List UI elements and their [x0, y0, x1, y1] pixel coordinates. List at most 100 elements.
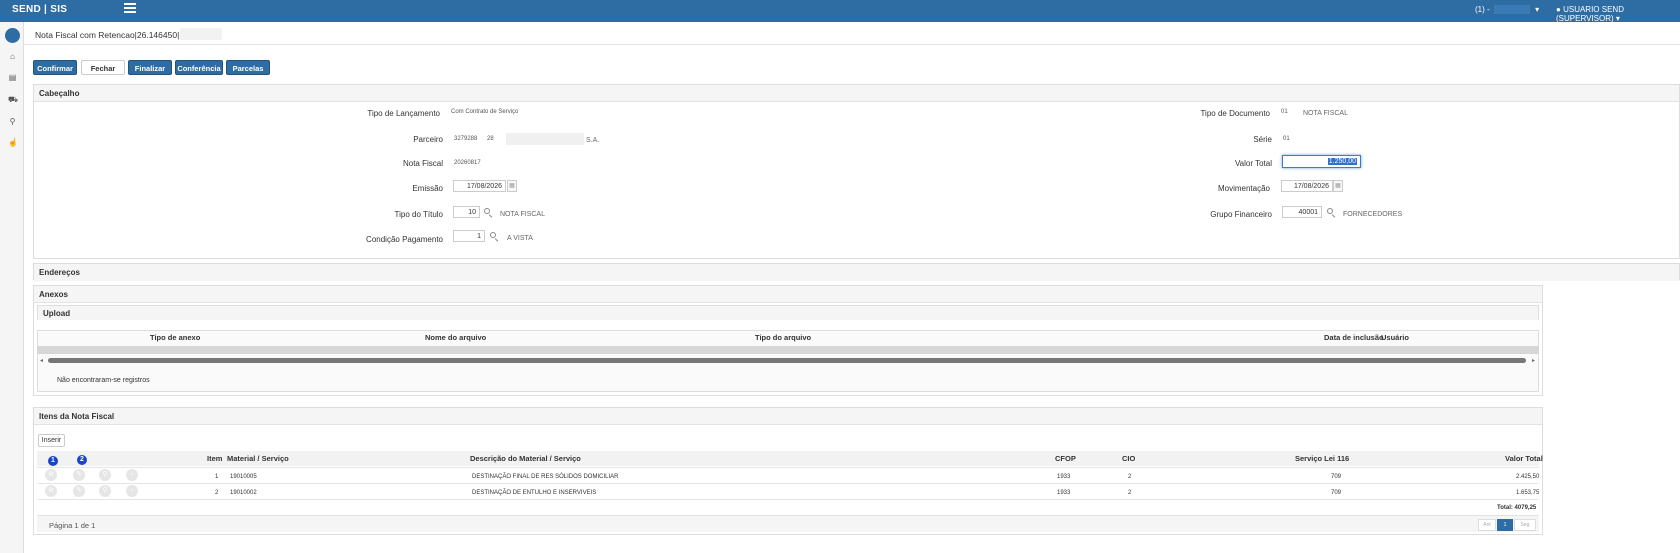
col-item: Item — [207, 454, 223, 463]
pager-next[interactable]: Seg — [1514, 519, 1536, 531]
row-action-delete-icon[interactable]: ▫ — [126, 485, 138, 497]
home-icon[interactable]: ⌂ — [8, 52, 17, 61]
tipo-lancamento-label: Tipo de Lançamento — [367, 109, 440, 118]
parceiro-suffix: S.A. — [586, 137, 600, 144]
thumbs-up-icon[interactable]: ☝ — [8, 138, 18, 147]
calendar-icon[interactable]: ▦ — [1333, 180, 1343, 192]
grupo-financeiro-label: Grupo Financeiro — [1210, 210, 1272, 219]
row-action-edit-icon[interactable]: ✎ — [73, 485, 85, 497]
user-icon: ● — [1556, 5, 1561, 14]
table-header-band — [37, 346, 1539, 354]
col-data-inclusao: Data de inclusão — [1324, 333, 1384, 342]
serie-value: 01 — [1283, 136, 1290, 142]
search-icon[interactable] — [484, 208, 493, 219]
fechar-button[interactable]: Fechar — [81, 60, 125, 75]
conferencia-button[interactable]: Conferência — [175, 60, 223, 75]
tipo-titulo-input[interactable]: 10 — [453, 206, 480, 218]
col-descricao: Descrição do Material / Serviço — [470, 454, 581, 463]
cell-cio: 2 — [1128, 474, 1132, 480]
pager-prev[interactable]: Ant — [1478, 519, 1496, 531]
search-icon[interactable]: ⚲ — [8, 117, 17, 126]
pagination-bar — [37, 515, 1539, 532]
cell-cfop: 1933 — [1057, 490, 1071, 496]
cell-material: 19010002 — [230, 490, 257, 496]
caret-down-icon: ▾ — [1535, 5, 1540, 14]
brand-logo: SEND | SIS — [12, 4, 68, 15]
cell-item: 1 — [215, 474, 219, 480]
company-selector[interactable]: (1) - ▾ — [1475, 5, 1540, 15]
condicao-pagamento-desc: A VISTA — [507, 235, 533, 242]
parceiro-sub: 28 — [487, 136, 494, 142]
title-redacted — [180, 28, 222, 40]
valor-total-value: 1.250,00 — [1327, 158, 1357, 165]
cell-valor: 2.425,50 — [1516, 474, 1540, 480]
search-icon[interactable] — [1327, 208, 1336, 219]
row-action-cancel-icon[interactable]: ⊘ — [45, 469, 57, 481]
confirmar-button[interactable]: Confirmar — [33, 60, 77, 75]
cell-valor: 1.653,75 — [1516, 490, 1540, 496]
enderecos-title: Endereços — [34, 264, 1679, 281]
emissao-input[interactable]: 17/08/2026 — [453, 180, 506, 192]
serie-label: Série — [1253, 135, 1272, 144]
cell-cfop: 1933 — [1057, 474, 1071, 480]
valor-total-input[interactable]: 1.250,00 — [1282, 155, 1361, 168]
row-divider — [37, 499, 1539, 500]
enderecos-panel[interactable]: Endereços — [33, 263, 1680, 281]
upload-panel[interactable]: Upload — [37, 305, 1539, 320]
cart-icon[interactable]: ⛟ — [8, 95, 18, 104]
horizontal-scrollbar[interactable] — [48, 358, 1526, 363]
grupo-financeiro-input[interactable]: 40001 — [1282, 206, 1322, 218]
search-icon[interactable] — [490, 232, 499, 243]
cabecalho-title: Cabeçalho — [34, 85, 1679, 102]
cell-servico: 709 — [1331, 490, 1342, 496]
condicao-pagamento-input[interactable]: 1 — [453, 230, 485, 242]
row-action-cancel-icon[interactable]: ⊘ — [45, 485, 57, 497]
col-usuario: Usuário — [1381, 333, 1409, 342]
col-valor-total: Valor Total — [1505, 454, 1543, 463]
menu-toggle-icon[interactable] — [124, 3, 136, 15]
movimentacao-input[interactable]: 17/08/2026 — [1281, 180, 1333, 192]
valor-total-label: Valor Total — [1234, 159, 1272, 168]
col-cio: CIO — [1122, 454, 1136, 463]
row-action-copy-icon[interactable]: ⚲ — [99, 485, 111, 497]
list-icon[interactable]: ▤ — [8, 73, 17, 82]
pager-current[interactable]: 1 — [1497, 519, 1513, 531]
parceiro-name-redacted — [506, 133, 584, 145]
app-logo-icon — [5, 28, 20, 43]
parceiro-code: 3279288 — [454, 136, 478, 142]
itens-total: Total: 4079,25 — [1497, 505, 1537, 511]
col-tipo-arquivo: Tipo do arquivo — [755, 333, 812, 342]
caret-down-icon: ▾ — [1615, 14, 1620, 23]
empty-message: Não encontraram-se registros — [57, 377, 150, 384]
row-action-edit-icon[interactable]: ✎ — [73, 469, 85, 481]
side-menu: ⌂ ▤ ⛟ ⚲ ☝ — [0, 22, 24, 553]
cell-descricao: DESTINAÇÃO FINAL DE RES SÓLIDOS DOMICILI… — [472, 474, 619, 480]
cabecalho-panel: Cabeçalho — [33, 84, 1680, 259]
col-tipo-anexo: Tipo de anexo — [150, 333, 201, 342]
user-menu[interactable]: ● USUARIO SEND (SUPERVISOR) ▾ — [1556, 5, 1680, 23]
parcelas-button[interactable]: Parcelas — [226, 60, 270, 75]
row-action-copy-icon[interactable]: ⚲ — [99, 469, 111, 481]
inserir-button[interactable]: Inserir — [38, 434, 65, 447]
calendar-icon[interactable]: ▦ — [507, 180, 517, 192]
user-name: USUARIO SEND (SUPERVISOR) — [1556, 5, 1624, 23]
company-redacted — [1493, 5, 1530, 15]
col-material: Material / Serviço — [227, 454, 289, 463]
scroll-right-icon[interactable]: ▸ — [1532, 357, 1538, 364]
page-info: Página 1 de 1 — [49, 521, 96, 530]
cell-item: 2 — [215, 490, 219, 496]
top-bar: SEND | SIS (1) - ▾ ● USUARIO SEND (SUPER… — [0, 0, 1680, 23]
emissao-label: Emissão — [412, 184, 443, 193]
cell-material: 19010005 — [230, 474, 257, 480]
scroll-left-icon[interactable]: ◂ — [40, 357, 46, 364]
row-action-delete-icon[interactable]: ▫ — [126, 469, 138, 481]
company-label: (1) - — [1475, 5, 1490, 14]
divider — [24, 44, 1680, 45]
anexos-title: Anexos — [34, 286, 1542, 303]
row-divider — [37, 483, 1539, 484]
col-nome-arquivo: Nome do arquivo — [425, 333, 487, 342]
finalizar-button[interactable]: Finalizar — [128, 60, 172, 75]
parceiro-label: Parceiro — [413, 135, 443, 144]
column-badge-1: 1 — [48, 456, 58, 466]
column-badge-2: 2 — [77, 455, 87, 465]
